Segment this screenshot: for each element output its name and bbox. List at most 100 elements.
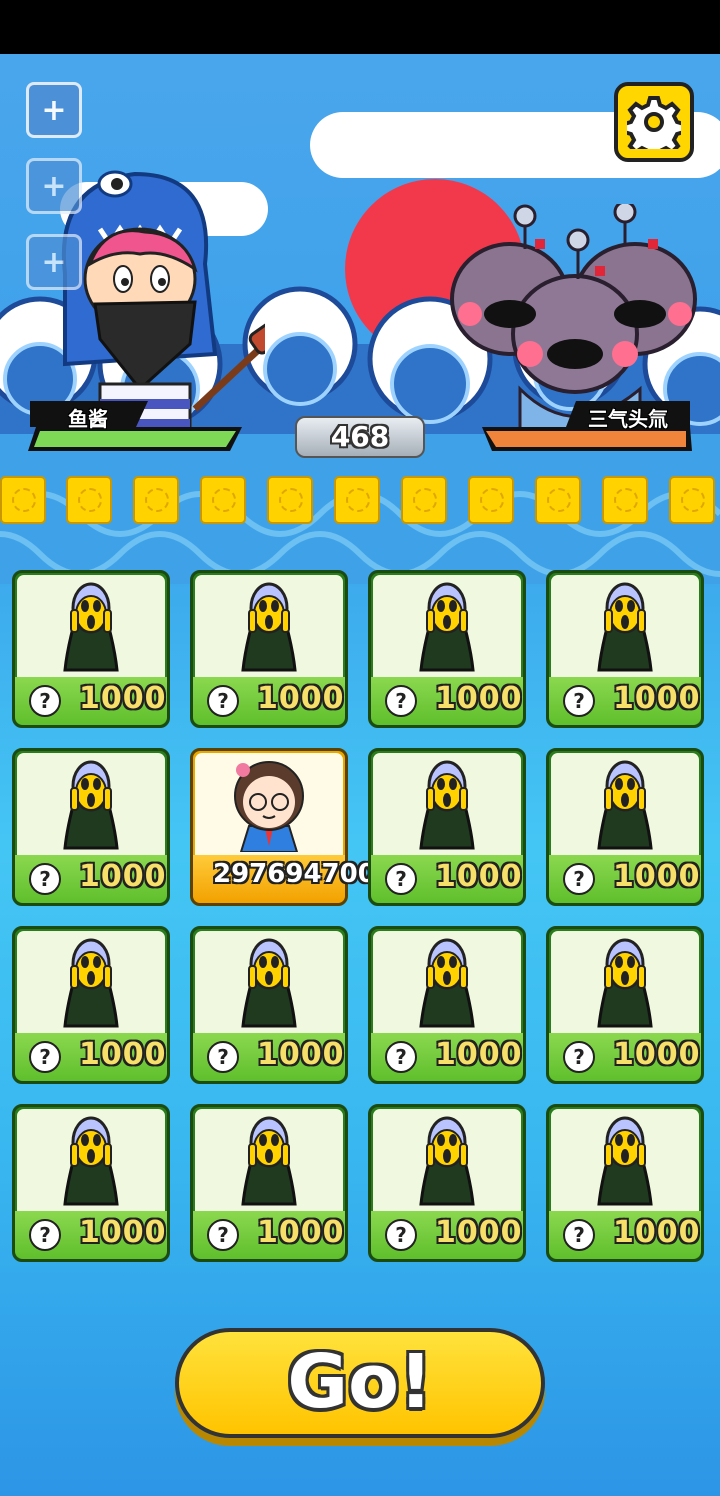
card-price: 1000 bbox=[613, 681, 701, 716]
coin-slot[interactable] bbox=[200, 476, 246, 524]
add-button-2[interactable]: + bbox=[26, 158, 82, 214]
card-price-bar: ? 1000 bbox=[15, 677, 167, 725]
card-portrait bbox=[373, 575, 521, 677]
card-price: 1000 bbox=[435, 859, 523, 894]
card-price-bar: ? 1000 bbox=[549, 855, 701, 903]
coin-slot[interactable] bbox=[66, 476, 112, 524]
card-portrait bbox=[373, 753, 521, 855]
question-icon: ? bbox=[29, 863, 61, 895]
settings-button[interactable] bbox=[614, 82, 694, 162]
card-portrait bbox=[195, 575, 343, 677]
question-icon: ? bbox=[29, 685, 61, 717]
card-price-bar: ? 1000 bbox=[15, 855, 167, 903]
card-price-bar: ? 1000 bbox=[15, 1211, 167, 1259]
coin-slot[interactable] bbox=[267, 476, 313, 524]
go-button[interactable]: Go! bbox=[175, 1328, 545, 1438]
card-price-bar: ? 1000 bbox=[371, 855, 523, 903]
card-price: 1000 bbox=[435, 681, 523, 716]
card-price-bar: ? 1000 bbox=[193, 1033, 345, 1081]
card-portrait bbox=[17, 753, 165, 855]
card-portrait bbox=[551, 753, 699, 855]
scream-character-icon bbox=[597, 1116, 653, 1206]
locked-character-card[interactable]: ? 1000 bbox=[368, 748, 526, 906]
card-price: 1000 bbox=[613, 1037, 701, 1072]
coin-slot[interactable] bbox=[535, 476, 581, 524]
scream-character-icon bbox=[419, 1116, 475, 1206]
locked-character-card[interactable]: ? 1000 bbox=[12, 748, 170, 906]
card-price: 1000 bbox=[257, 681, 345, 716]
scream-character-icon bbox=[597, 938, 653, 1028]
coin-slot[interactable] bbox=[669, 476, 715, 524]
locked-character-card[interactable]: ? 1000 bbox=[190, 570, 348, 728]
scream-character-icon bbox=[63, 760, 119, 850]
card-price: 1000 bbox=[79, 1037, 167, 1072]
card-portrait bbox=[17, 1109, 165, 1211]
locked-character-card[interactable]: ? 1000 bbox=[12, 926, 170, 1084]
card-price-bar: ? 1000 bbox=[193, 1211, 345, 1259]
coin-slot[interactable] bbox=[468, 476, 514, 524]
coin-slot[interactable] bbox=[334, 476, 380, 524]
card-price: 1000 bbox=[435, 1037, 523, 1072]
card-price-bar: ? 1000 bbox=[549, 1211, 701, 1259]
card-portrait bbox=[195, 1109, 343, 1211]
scream-character-icon bbox=[597, 582, 653, 672]
question-icon: ? bbox=[563, 1041, 595, 1073]
locked-character-card[interactable]: ? 1000 bbox=[190, 1104, 348, 1262]
locked-character-card[interactable]: ? 1000 bbox=[368, 570, 526, 728]
question-icon: ? bbox=[563, 685, 595, 717]
girl-character-icon bbox=[234, 761, 304, 852]
question-icon: ? bbox=[563, 1219, 595, 1251]
gear-icon bbox=[627, 96, 681, 149]
card-price: 1000 bbox=[79, 681, 167, 716]
locked-character-card[interactable]: ? 1000 bbox=[368, 926, 526, 1084]
question-icon: ? bbox=[563, 863, 595, 895]
question-icon: ? bbox=[207, 685, 239, 717]
enemy-name: 三气头氚 bbox=[588, 407, 668, 431]
owned-character-card[interactable]: 2976947000 bbox=[190, 748, 394, 906]
locked-character-card[interactable]: ? 1000 bbox=[546, 748, 704, 906]
scream-character-icon bbox=[241, 938, 297, 1028]
coin-slot[interactable] bbox=[0, 476, 46, 524]
card-price: 1000 bbox=[257, 1037, 345, 1072]
scream-character-icon bbox=[419, 938, 475, 1028]
question-icon: ? bbox=[207, 1041, 239, 1073]
card-price: 1000 bbox=[257, 1215, 345, 1250]
locked-character-card[interactable]: ? 1000 bbox=[546, 926, 704, 1084]
locked-character-card[interactable]: ? 1000 bbox=[546, 1104, 704, 1262]
locked-character-card[interactable]: ? 1000 bbox=[12, 1104, 170, 1262]
card-portrait bbox=[195, 753, 343, 855]
card-price: 1000 bbox=[613, 859, 701, 894]
question-icon: ? bbox=[29, 1041, 61, 1073]
card-price-bar: ? 1000 bbox=[371, 1211, 523, 1259]
question-icon: ? bbox=[385, 1219, 417, 1251]
scream-character-icon bbox=[241, 1116, 297, 1206]
card-price: 1000 bbox=[79, 1215, 167, 1250]
card-portrait bbox=[551, 575, 699, 677]
card-price-bar: ? 1000 bbox=[371, 677, 523, 725]
coin-slot[interactable] bbox=[401, 476, 447, 524]
card-price: 2976947000 bbox=[213, 859, 394, 889]
scream-character-icon bbox=[419, 760, 475, 850]
coin-slot[interactable] bbox=[133, 476, 179, 524]
card-portrait bbox=[17, 575, 165, 677]
card-price-bar: 2976947000 bbox=[193, 855, 394, 903]
card-price: 1000 bbox=[79, 859, 167, 894]
player-name: 鱼酱 bbox=[68, 407, 108, 431]
card-price-bar: ? 1000 bbox=[549, 1033, 701, 1081]
locked-character-card[interactable]: ? 1000 bbox=[190, 926, 348, 1084]
coin-slot[interactable] bbox=[602, 476, 648, 524]
card-price: 1000 bbox=[613, 1215, 701, 1250]
add-button-1[interactable]: + bbox=[26, 82, 82, 138]
card-portrait bbox=[17, 931, 165, 1033]
add-button-3[interactable]: + bbox=[26, 234, 82, 290]
card-portrait bbox=[373, 931, 521, 1033]
locked-character-card[interactable]: ? 1000 bbox=[368, 1104, 526, 1262]
card-price-bar: ? 1000 bbox=[371, 1033, 523, 1081]
locked-character-card[interactable]: ? 1000 bbox=[546, 570, 704, 728]
locked-character-card[interactable]: ? 1000 bbox=[12, 570, 170, 728]
card-price-bar: ? 1000 bbox=[193, 677, 345, 725]
scream-character-icon bbox=[241, 582, 297, 672]
scream-character-icon bbox=[597, 760, 653, 850]
card-price-bar: ? 1000 bbox=[549, 677, 701, 725]
card-price: 1000 bbox=[435, 1215, 523, 1250]
